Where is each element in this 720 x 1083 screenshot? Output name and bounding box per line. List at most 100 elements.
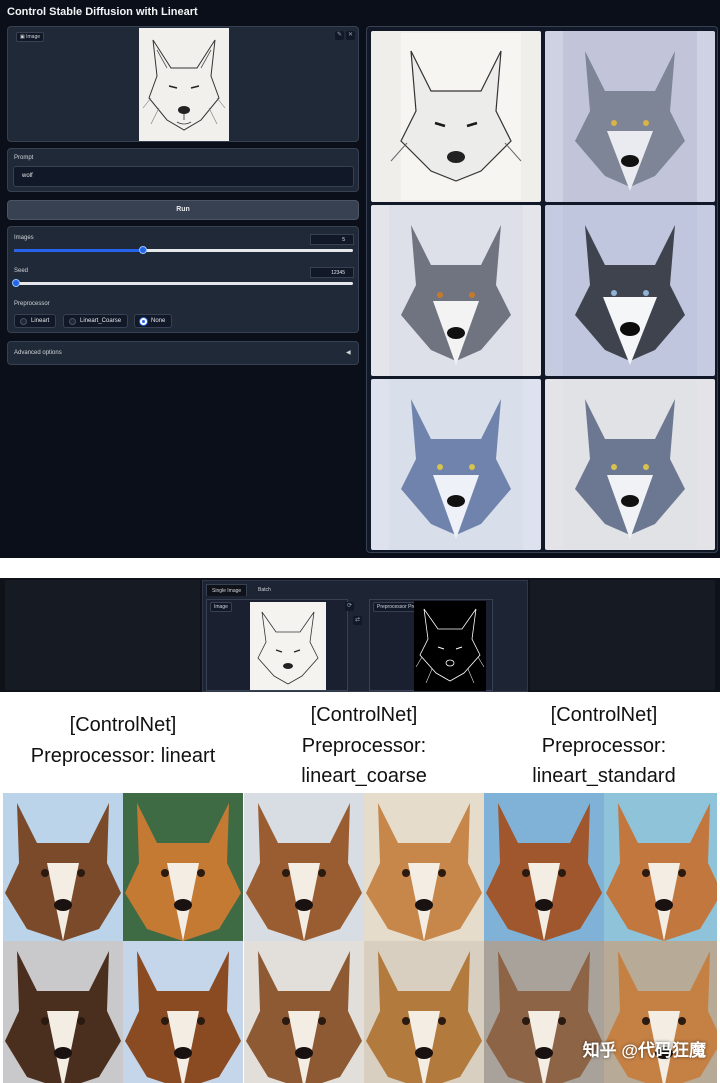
radio-none[interactable]: None bbox=[134, 314, 173, 328]
input-wolf-sketch bbox=[139, 28, 229, 141]
prompt-block: Prompt wolf bbox=[7, 148, 359, 192]
radio-none-label: None bbox=[151, 318, 166, 324]
image-input-label: ▣ Image bbox=[16, 32, 45, 42]
radio-lineart-coarse-label: Lineart_Coarse bbox=[80, 318, 122, 324]
preprocessor-preview-block: Preprocessor Preview bbox=[369, 599, 493, 691]
wolf-sketch-output bbox=[390, 33, 522, 200]
caption-coarse-line2: Preprocessor: bbox=[301, 734, 427, 757]
dog-output-image bbox=[364, 941, 484, 1083]
webui-left-area bbox=[5, 580, 200, 690]
refresh-icon[interactable]: ⟳ bbox=[345, 602, 354, 611]
dog-face-art bbox=[606, 951, 717, 1083]
gallery-image-4[interactable] bbox=[545, 205, 715, 376]
output-gallery bbox=[366, 26, 718, 553]
controlnet-webui-screenshot: Single Image Batch Image ⟳ ⇄ Preprocesso… bbox=[0, 578, 720, 692]
watermark: 知乎 @代码狂魔 bbox=[582, 1041, 706, 1060]
run-button[interactable]: Run bbox=[7, 200, 359, 220]
image-input-block[interactable]: ▣ Image ✎ ✕ bbox=[7, 26, 359, 142]
radio-dot-lineart bbox=[20, 318, 27, 325]
radio-dot-none bbox=[140, 318, 147, 325]
caret-left-icon: ◀ bbox=[346, 350, 351, 356]
gallery-image-2[interactable] bbox=[545, 31, 715, 202]
image-icon: ▣ bbox=[20, 34, 25, 40]
caption-lineart-standard: [ControlNet] Preprocessor: lineart_stand… bbox=[484, 700, 720, 792]
dog-output-image bbox=[244, 793, 364, 941]
dog-output-image bbox=[604, 941, 717, 1083]
dog-face-art bbox=[246, 951, 362, 1083]
radio-lineart-coarse[interactable]: Lineart_Coarse bbox=[63, 314, 129, 328]
wolf-blue-output bbox=[389, 379, 523, 550]
caption-lineart: [ControlNet] Preprocessor: lineart bbox=[3, 710, 243, 771]
images-slider-fill bbox=[14, 249, 143, 252]
caption-lineart-line1: [ControlNet] bbox=[69, 714, 177, 736]
dog-output-image bbox=[3, 793, 123, 941]
images-slider-thumb[interactable] bbox=[139, 246, 147, 254]
dog-face-art bbox=[366, 951, 482, 1083]
webui-right-area bbox=[530, 580, 715, 690]
images-label: Images bbox=[14, 235, 34, 241]
dog-face-art bbox=[606, 803, 717, 941]
wolf-blackwhite-output bbox=[563, 205, 697, 376]
advanced-options-label: Advanced options bbox=[14, 350, 62, 356]
dog-output-image bbox=[364, 793, 484, 941]
dog-face-art bbox=[125, 803, 241, 941]
image-input-label-text: Image bbox=[26, 34, 41, 40]
controls-block: Images 5 Seed 12345 Preprocessor Lineart… bbox=[7, 226, 359, 333]
webui-image-block[interactable]: Image bbox=[206, 599, 348, 691]
seed-label: Seed bbox=[14, 268, 29, 274]
dog-output-image bbox=[123, 793, 243, 941]
dog-face-art bbox=[486, 951, 602, 1083]
seed-slider[interactable] bbox=[12, 279, 353, 287]
radio-dot-lineart-coarse bbox=[69, 318, 76, 325]
prompt-input[interactable]: wolf bbox=[13, 166, 354, 187]
dog-face-art bbox=[5, 803, 121, 941]
preprocessor-label: Preprocessor bbox=[14, 301, 50, 307]
swap-icon[interactable]: ⇄ bbox=[353, 616, 362, 625]
tab-single-image[interactable]: Single Image bbox=[206, 584, 248, 596]
wolf-husky-output bbox=[389, 205, 523, 376]
dog-face-art bbox=[125, 951, 241, 1083]
dog-output-image bbox=[123, 941, 243, 1083]
advanced-options-accordion[interactable]: Advanced options ◀ bbox=[7, 341, 359, 365]
radio-lineart[interactable]: Lineart bbox=[14, 314, 57, 328]
dog-face-art bbox=[486, 803, 602, 941]
caption-coarse-line3: lineart_coarse bbox=[301, 765, 427, 787]
wolf-grey-output bbox=[563, 31, 697, 202]
images-number-input[interactable]: 5 bbox=[310, 234, 354, 245]
dog-face-art bbox=[366, 803, 482, 941]
radio-lineart-label: Lineart bbox=[31, 318, 50, 324]
lineart-preview-image bbox=[414, 601, 486, 691]
edit-icon[interactable]: ✎ bbox=[335, 31, 344, 40]
webui-wolf-sketch bbox=[250, 602, 326, 690]
caption-lineart-line2: Preprocessor: lineart bbox=[30, 744, 216, 767]
tab-batch[interactable]: Batch bbox=[253, 584, 276, 596]
webui-image-label: Image bbox=[210, 602, 232, 612]
prompt-label: Prompt bbox=[14, 155, 34, 161]
caption-standard-line3: lineart_standard bbox=[532, 765, 676, 787]
images-slider[interactable] bbox=[14, 246, 353, 254]
dog-output-image bbox=[604, 793, 717, 941]
gradio-app: Control Stable Diffusion with Lineart ▣ … bbox=[0, 0, 720, 558]
dog-output-image bbox=[3, 941, 123, 1083]
dog-face-art bbox=[5, 951, 121, 1083]
app-title: Control Stable Diffusion with Lineart bbox=[7, 6, 198, 18]
controlnet-panel: Single Image Batch Image ⟳ ⇄ Preprocesso… bbox=[202, 580, 528, 692]
caption-coarse-line1: [ControlNet] bbox=[310, 704, 418, 726]
seed-slider-thumb[interactable] bbox=[12, 279, 20, 287]
webui-wolf-sketch-art bbox=[257, 611, 319, 685]
caption-lineart-coarse: [ControlNet] Preprocessor: lineart_coars… bbox=[244, 700, 484, 792]
gallery-image-3[interactable] bbox=[371, 205, 541, 376]
gallery-image-1[interactable] bbox=[371, 31, 541, 202]
caption-standard-line2: Preprocessor: bbox=[541, 734, 667, 757]
dog-output-image bbox=[484, 941, 604, 1083]
caption-standard-line1: [ControlNet] bbox=[550, 704, 658, 726]
gallery-image-5[interactable] bbox=[371, 379, 541, 550]
wolf-sketch-art bbox=[142, 39, 226, 131]
wolf-silver-output bbox=[563, 379, 697, 550]
dog-output-image bbox=[244, 941, 364, 1083]
gallery-image-6[interactable] bbox=[545, 379, 715, 550]
close-icon[interactable]: ✕ bbox=[346, 31, 355, 40]
section-gap bbox=[0, 558, 720, 578]
dog-output-image bbox=[484, 793, 604, 941]
seed-number-input[interactable]: 12345 bbox=[310, 267, 354, 278]
